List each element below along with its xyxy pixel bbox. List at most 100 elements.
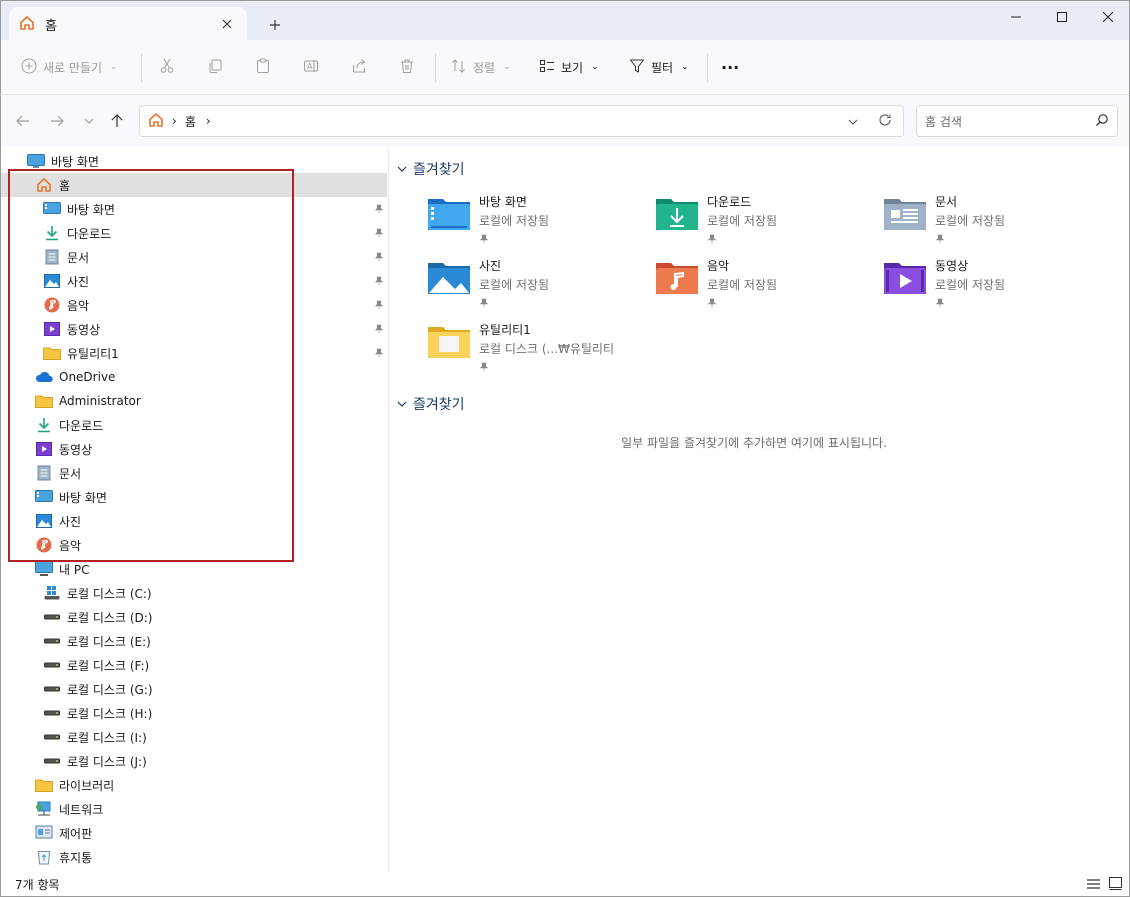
- quick-access-tile[interactable]: 동영상 로컬에 저장됨: [883, 257, 1103, 317]
- forward-arrow-icon[interactable]: [45, 109, 69, 133]
- refresh-icon[interactable]: [878, 113, 892, 130]
- nav-drive[interactable]: 로컬 디스크 (C:): [1, 581, 387, 605]
- nav-pinned-item[interactable]: 다운로드: [1, 221, 387, 245]
- nav-drive[interactable]: 로컬 디스크 (E:): [1, 629, 387, 653]
- maximize-icon[interactable]: [1039, 1, 1085, 33]
- pin-icon[interactable]: [373, 227, 385, 239]
- nav-pinned-item[interactable]: 동영상: [1, 317, 387, 341]
- tile-name: 문서: [935, 195, 958, 209]
- quick-access-tile[interactable]: 다운로드 로컬에 저장됨: [655, 193, 875, 253]
- search-input[interactable]: 홈 검색: [916, 105, 1118, 137]
- nav-pinned-item[interactable]: 사진: [1, 269, 387, 293]
- pin-icon[interactable]: [373, 251, 385, 263]
- nav-label: 문서: [59, 466, 82, 481]
- tiles-view-icon[interactable]: [1109, 877, 1122, 893]
- share-button[interactable]: [351, 53, 367, 81]
- nav-drive[interactable]: 로컬 디스크 (D:): [1, 605, 387, 629]
- filter-icon: [629, 58, 645, 77]
- drive-icon: [43, 656, 61, 674]
- recent-locations-chevron-icon[interactable]: [77, 109, 101, 133]
- minimize-icon[interactable]: [993, 1, 1039, 33]
- breadcrumb-separator-icon[interactable]: ›: [206, 114, 211, 128]
- chevron-down-icon: ⌄: [591, 62, 599, 72]
- pin-icon: [479, 233, 549, 247]
- nav-control-panel[interactable]: 제어판: [1, 821, 387, 845]
- quick-access-tile[interactable]: 바탕 화면 로컬에 저장됨: [427, 193, 647, 253]
- pin-icon[interactable]: [373, 299, 385, 311]
- details-view-icon[interactable]: [1087, 878, 1100, 893]
- close-window-icon[interactable]: [1085, 1, 1130, 33]
- nav-pinned-item[interactable]: 유틸리티1: [1, 341, 387, 365]
- filter-button-label: 필터: [651, 60, 674, 75]
- breadcrumb-separator-icon: ›: [172, 114, 177, 128]
- nav-desktop-root[interactable]: 바탕 화면: [1, 149, 387, 173]
- close-tab-icon[interactable]: [217, 14, 237, 34]
- nav-drive[interactable]: 로컬 디스크 (F:): [1, 653, 387, 677]
- video-icon: [35, 440, 53, 458]
- nav-onedrive[interactable]: OneDrive: [1, 365, 387, 389]
- navigation-pane: 바탕 화면 홈 바탕 화면 다운로드 문서 사진 음악 동영상 유틸리티1 OneDrive…: [1, 147, 389, 872]
- cloud-icon: [35, 368, 53, 386]
- quick-access-tile[interactable]: 사진 로컬에 저장됨: [427, 257, 647, 317]
- quick-access-tile[interactable]: 유틸리티1 로컬 디스크 (...₩유틸리티: [427, 321, 647, 381]
- video-icon: [43, 320, 61, 338]
- tab-title: 홈: [45, 18, 57, 34]
- pin-icon[interactable]: [373, 203, 385, 215]
- folder-icon: [427, 323, 471, 363]
- nav-drive[interactable]: 로컬 디스크 (J:): [1, 749, 387, 773]
- tab-home[interactable]: 홈: [9, 7, 247, 41]
- favorites-header[interactable]: 즐겨찾기: [397, 394, 465, 414]
- paste-button[interactable]: [255, 53, 271, 81]
- address-bar[interactable]: › 홈 ›: [139, 105, 904, 137]
- address-history-chevron-icon[interactable]: [848, 114, 858, 128]
- nav-libraries[interactable]: 라이브러리: [1, 773, 387, 797]
- nav-user-item[interactable]: 문서: [1, 461, 387, 485]
- view-button[interactable]: 보기 ⌄: [539, 53, 599, 81]
- more-options-button[interactable]: ···: [721, 53, 739, 81]
- nav-user-item[interactable]: 음악: [1, 533, 387, 557]
- nav-user-item[interactable]: Administrator: [1, 389, 387, 413]
- delete-button[interactable]: [399, 53, 415, 81]
- home-icon: [148, 112, 164, 131]
- nav-drive[interactable]: 로컬 디스크 (G:): [1, 677, 387, 701]
- drive-icon: [43, 704, 61, 722]
- desktop-icon: [35, 488, 53, 506]
- cut-button[interactable]: [159, 53, 175, 81]
- tile-name: 동영상: [935, 259, 969, 273]
- nav-pinned-item[interactable]: 문서: [1, 245, 387, 269]
- new-button[interactable]: 새로 만들기 ⌄: [21, 53, 118, 81]
- quick-access-tile[interactable]: 음악 로컬에 저장됨: [655, 257, 875, 317]
- quick-access-tile[interactable]: 문서 로컬에 저장됨: [883, 193, 1103, 253]
- download-folder-icon: [655, 195, 699, 235]
- back-arrow-icon[interactable]: [11, 109, 35, 133]
- new-tab-icon[interactable]: [263, 13, 287, 37]
- nav-user-item[interactable]: 사진: [1, 509, 387, 533]
- nav-home[interactable]: 홈: [1, 173, 387, 197]
- breadcrumb-home[interactable]: 홈: [185, 113, 196, 130]
- nav-pinned-item[interactable]: 바탕 화면: [1, 197, 387, 221]
- section-title: 즐겨찾기: [413, 162, 465, 178]
- nav-user-item[interactable]: 동영상: [1, 437, 387, 461]
- copy-button[interactable]: [207, 53, 223, 81]
- nav-user-item[interactable]: 바탕 화면: [1, 485, 387, 509]
- nav-this-pc[interactable]: 내 PC: [1, 557, 387, 581]
- nav-pinned-item[interactable]: 음악: [1, 293, 387, 317]
- nav-label: 로컬 디스크 (H:): [67, 706, 153, 721]
- nav-label: 로컬 디스크 (D:): [67, 610, 153, 625]
- nav-label: 다운로드: [67, 226, 112, 241]
- chevron-down-icon: [397, 401, 407, 407]
- nav-drive[interactable]: 로컬 디스크 (H:): [1, 701, 387, 725]
- rename-button[interactable]: A: [303, 53, 319, 81]
- sort-button[interactable]: 정렬 ⌄: [451, 53, 511, 81]
- nav-drive[interactable]: 로컬 디스크 (I:): [1, 725, 387, 749]
- nav-user-item[interactable]: 다운로드: [1, 413, 387, 437]
- pin-icon[interactable]: [373, 347, 385, 359]
- nav-network[interactable]: 네트워크: [1, 797, 387, 821]
- quick-access-header[interactable]: 즐겨찾기: [397, 159, 465, 179]
- plus-circle-icon: [21, 58, 37, 77]
- up-arrow-icon[interactable]: [105, 109, 129, 133]
- pin-icon[interactable]: [373, 275, 385, 287]
- nav-recycle-bin[interactable]: 휴지통: [1, 845, 387, 869]
- filter-button[interactable]: 필터 ⌄: [629, 53, 689, 81]
- pin-icon[interactable]: [373, 323, 385, 335]
